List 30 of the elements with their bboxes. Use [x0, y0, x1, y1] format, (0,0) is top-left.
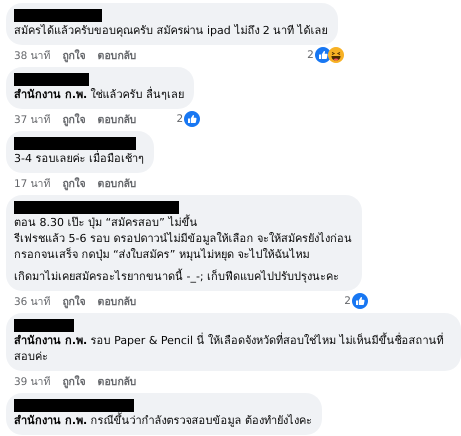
laughing-face-icon — [328, 47, 344, 63]
reply-link[interactable]: ตอบกลับ — [98, 46, 137, 64]
comment-text: เกิดมาไม่เคยสมัครอะไรยากขนาดนี้ -_-; เก็บฟีดแบคไปปรับปรุงนะคะ — [14, 269, 340, 285]
reply-link[interactable]: ตอบกลับ — [98, 292, 137, 310]
reaction-count: 2 — [176, 113, 184, 125]
thumbs-up-icon — [352, 293, 368, 309]
reply-link[interactable]: ตอบกลับ — [98, 174, 137, 192]
comment-time: 36 นาที — [14, 294, 51, 310]
reaction-count: 2 — [307, 49, 314, 61]
thumbs-up-icon — [184, 111, 200, 127]
reply-link[interactable]: ตอบกลับ — [98, 110, 137, 128]
like-link[interactable]: ถูกใจ — [62, 292, 86, 310]
comment-time: 37 นาที — [14, 112, 51, 128]
comment-text: ตอน 8.30 เป๊ะ ปุ่ม “สมัครสอบ” ไม่ขึ้น รีเฟรชแล้ว 5-6 รอบ ดรอปดาวน์ไม่มีข้อมูลให้เลือก จะให้สมัครยังไงก่อน กรอกจนเสร็จ กดปุ่ม “ส่งใบสมัคร” หมุนไม่หยุด จะไปให้ฉันไหม — [14, 215, 352, 263]
like-link[interactable]: ถูกใจ — [62, 174, 86, 192]
comment-time: 38 นาที — [14, 48, 51, 64]
comment-text: 3-4 รอบเลยค่ะ เมื่อมือเช้าๆ — [14, 151, 144, 167]
comment-text: สำนักงาน ก.พ. รอบ Paper & Pencil นี่ ให้เลือดจังหวัดที่สอบใช่ไหม ไม่เห็นมีขึ้นชื่อสถานที่สอบค่ะ — [14, 333, 445, 365]
comment-text: สมัครได้แล้วครับขอบคุณครับ สมัครผ่าน ipad ไม่ถึง 2 นาที ได้เลย — [14, 23, 328, 39]
comment-text: สำนักงาน ก.พ. ใช่แล้วครับ ลื่นๆเลย — [14, 87, 184, 103]
thumbs-up-icon — [314, 47, 331, 63]
like-link[interactable]: ถูกใจ — [62, 372, 86, 390]
comment-time: 17 นาที — [14, 176, 51, 192]
like-link[interactable]: ถูกใจ — [62, 110, 86, 128]
reply-link[interactable]: ตอบกลับ — [98, 372, 137, 390]
redaction-bar — [14, 319, 74, 332]
comment-time: 39 นาที — [14, 374, 51, 390]
like-link[interactable]: ถูกใจ — [62, 46, 86, 64]
reaction-count: 2 — [344, 295, 351, 307]
comment-text: สำนักงาน ก.พ. กรณีขึ้นว่ากำลังตรวจสอบข้อมูล ต้องทำยังไงคะ — [14, 413, 312, 429]
